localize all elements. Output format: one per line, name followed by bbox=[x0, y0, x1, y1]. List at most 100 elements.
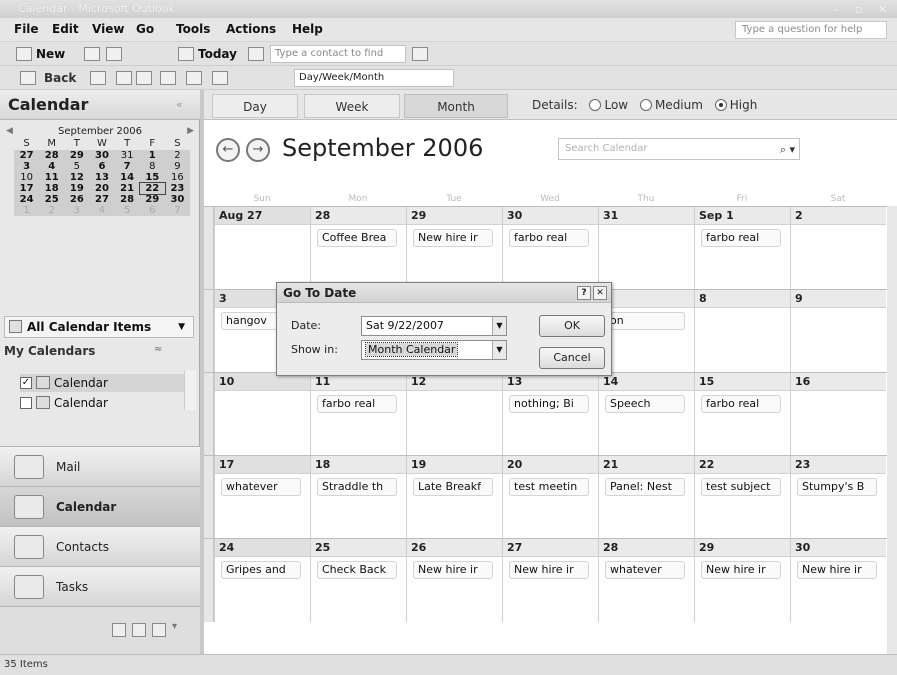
mini-day[interactable]: 10 bbox=[14, 172, 39, 183]
appointment[interactable]: whatever bbox=[221, 478, 301, 496]
day-cell[interactable]: 30 farbo real bbox=[502, 207, 598, 290]
week-strip[interactable] bbox=[204, 207, 214, 290]
mini-day[interactable]: 4 bbox=[39, 161, 64, 172]
next-month-icon[interactable]: ▶ bbox=[187, 126, 194, 136]
print-preview-icon[interactable] bbox=[160, 71, 176, 85]
day-number[interactable]: 24 bbox=[215, 539, 310, 557]
mini-day[interactable]: 27 bbox=[89, 194, 114, 205]
appointment[interactable]: New hire ir bbox=[509, 561, 589, 579]
day-number[interactable]: 22 bbox=[695, 456, 790, 474]
day-cell[interactable]: 29 New hire ir bbox=[406, 207, 502, 290]
help-search-box[interactable]: Type a question for help bbox=[735, 21, 887, 39]
help-icon[interactable]: ? bbox=[577, 286, 591, 300]
radio-medium[interactable] bbox=[639, 99, 652, 111]
mini-day[interactable]: 6 bbox=[140, 205, 165, 216]
day-number[interactable]: 29 bbox=[695, 539, 790, 557]
appointment[interactable]: farbo real bbox=[701, 395, 781, 413]
appointment[interactable]: Straddle th bbox=[317, 478, 397, 496]
day-cell[interactable]: 30 New hire ir bbox=[790, 539, 886, 622]
mini-day[interactable]: 3 bbox=[14, 161, 39, 172]
mini-day[interactable]: 7 bbox=[115, 161, 140, 172]
forward-arrow-icon[interactable]: → bbox=[246, 138, 270, 162]
week-strip[interactable] bbox=[204, 456, 214, 539]
chevron-down-icon[interactable]: ▼ bbox=[492, 341, 506, 359]
collapse-section-icon[interactable]: ≈ bbox=[154, 344, 162, 355]
mini-day[interactable]: 30 bbox=[165, 194, 190, 205]
today-button[interactable]: Today bbox=[198, 47, 237, 61]
day-cell[interactable]: 28 whatever bbox=[598, 539, 694, 622]
day-cell[interactable]: 12 bbox=[406, 373, 502, 456]
mini-day[interactable]: 29 bbox=[64, 150, 89, 161]
day-number[interactable]: 20 bbox=[503, 456, 598, 474]
day-cell[interactable]: 28 Coffee Brea bbox=[310, 207, 406, 290]
appointment[interactable]: New hire ir bbox=[797, 561, 877, 579]
close-icon[interactable]: ✕ bbox=[593, 286, 607, 300]
mini-day[interactable]: 16 bbox=[165, 172, 190, 183]
menu-help[interactable]: Help bbox=[292, 22, 323, 36]
day-number[interactable]: 28 bbox=[599, 539, 694, 557]
day-number[interactable]: 27 bbox=[503, 539, 598, 557]
mini-day[interactable]: 7 bbox=[165, 205, 190, 216]
configure-buttons-icon[interactable]: ▾ bbox=[172, 621, 177, 632]
day-cell[interactable]: 10 bbox=[214, 373, 310, 456]
menu-file[interactable]: File bbox=[14, 22, 39, 36]
day-cell[interactable]: 24 Gripes and bbox=[214, 539, 310, 622]
mini-day[interactable]: 29 bbox=[140, 194, 165, 205]
appointment[interactable]: Panel: Nest bbox=[605, 478, 685, 496]
nav-contacts-button[interactable]: Contacts bbox=[0, 526, 200, 566]
folder-list-icon[interactable] bbox=[136, 71, 152, 85]
mini-day-selected[interactable]: 22 bbox=[138, 182, 166, 195]
menu-view[interactable]: View bbox=[92, 22, 124, 36]
day-cell[interactable]: 25 Check Back bbox=[310, 539, 406, 622]
day-number[interactable]: 9 bbox=[791, 290, 886, 308]
new-button[interactable]: New bbox=[36, 47, 65, 61]
day-cell[interactable]: Aug 27 bbox=[214, 207, 310, 290]
appointment[interactable]: Speech bbox=[605, 395, 685, 413]
outlook-today-icon[interactable] bbox=[20, 71, 36, 85]
notes-icon[interactable] bbox=[112, 623, 126, 637]
day-cell[interactable]: 27 New hire ir bbox=[502, 539, 598, 622]
details-low-label[interactable]: Low bbox=[604, 98, 628, 112]
day-number[interactable]: 28 bbox=[311, 207, 406, 225]
appointment[interactable]: Stumpy's B bbox=[797, 478, 877, 496]
appointment[interactable]: whatever bbox=[605, 561, 685, 579]
chevron-down-icon[interactable]: ▼ bbox=[178, 317, 185, 337]
checkbox-icon[interactable]: ✓ bbox=[20, 377, 32, 389]
day-cell[interactable]: 17 whatever bbox=[214, 456, 310, 539]
mini-day[interactable]: 19 bbox=[64, 183, 89, 194]
week-strip[interactable] bbox=[204, 539, 214, 622]
shortcuts-icon[interactable] bbox=[152, 623, 166, 637]
appointment[interactable]: farbo real bbox=[509, 229, 589, 247]
day-number[interactable]: 18 bbox=[311, 456, 406, 474]
day-number[interactable]: 15 bbox=[695, 373, 790, 391]
date-field[interactable]: Sat 9/22/2007 ▼ bbox=[361, 316, 507, 336]
mini-day[interactable]: 31 bbox=[115, 150, 140, 161]
appointment[interactable]: Coffee Brea bbox=[317, 229, 397, 247]
nav-calendar-button[interactable]: Calendar bbox=[0, 486, 200, 526]
menu-go[interactable]: Go bbox=[136, 22, 154, 36]
all-calendar-items-button[interactable]: All Calendar Items ▼ bbox=[4, 316, 194, 338]
radio-low[interactable] bbox=[589, 99, 602, 111]
day-number[interactable]: 30 bbox=[791, 539, 886, 557]
mini-day[interactable]: 18 bbox=[39, 183, 64, 194]
up-folder-icon[interactable] bbox=[116, 71, 132, 85]
mini-day[interactable]: 24 bbox=[14, 194, 39, 205]
window-controls[interactable]: – ▫ ✕ bbox=[834, 1, 893, 19]
mini-day[interactable]: 12 bbox=[64, 172, 89, 183]
day-cell[interactable]: 2 bbox=[790, 207, 886, 290]
checkbox-icon[interactable] bbox=[20, 397, 32, 409]
day-cell[interactable]: 16 bbox=[790, 373, 886, 456]
day-number[interactable]: 25 bbox=[311, 539, 406, 557]
find-contact-input[interactable]: Type a contact to find bbox=[270, 45, 406, 63]
day-number[interactable]: Aug 27 bbox=[215, 207, 310, 225]
mini-day[interactable]: 9 bbox=[165, 161, 190, 172]
tab-week[interactable]: Week bbox=[304, 94, 400, 118]
day-cell[interactable]: 26 New hire ir bbox=[406, 539, 502, 622]
mini-day[interactable]: 2 bbox=[39, 205, 64, 216]
day-cell[interactable]: 18 Straddle th bbox=[310, 456, 406, 539]
appointment[interactable]: farbo real bbox=[317, 395, 397, 413]
calendar-list-scrollbar[interactable] bbox=[184, 370, 196, 410]
show-in-select[interactable]: Month Calendar ▼ bbox=[361, 340, 507, 360]
day-cell[interactable]: 7 on bbox=[598, 290, 694, 373]
day-cell[interactable]: 9 bbox=[790, 290, 886, 373]
